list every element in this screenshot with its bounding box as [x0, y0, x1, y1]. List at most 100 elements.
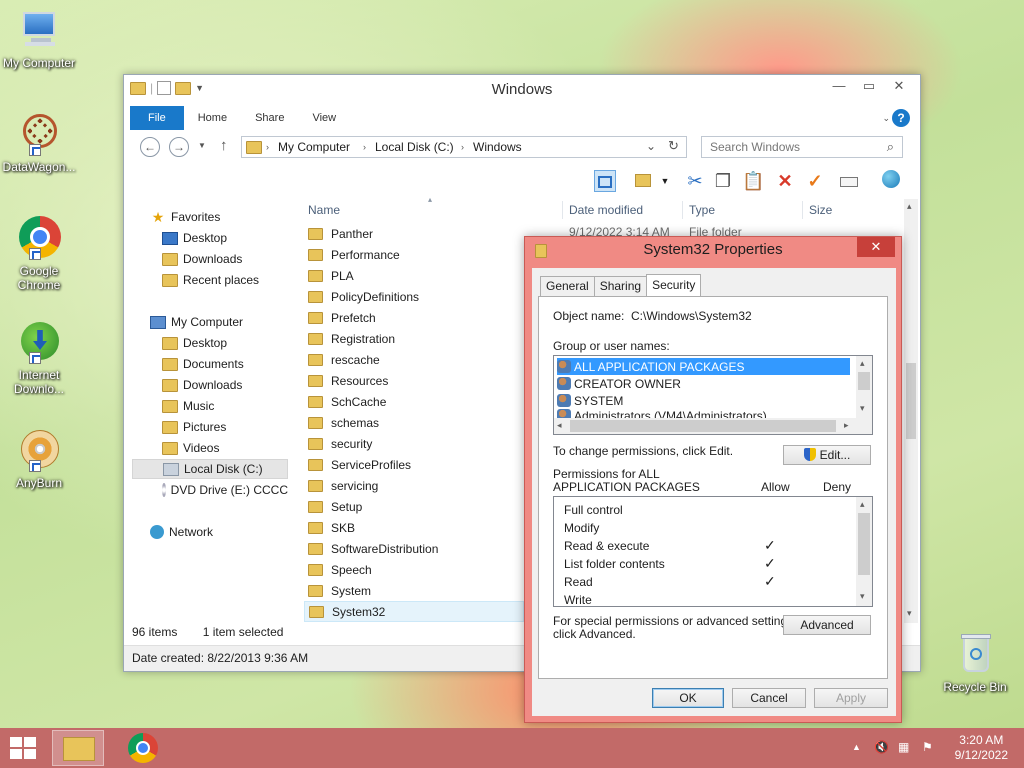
tab-share[interactable]: Share	[241, 106, 298, 130]
preview-pane-icon[interactable]	[594, 170, 616, 192]
nav-fav-desktop[interactable]: Desktop	[162, 228, 227, 248]
file-row[interactable]: System32	[304, 601, 524, 622]
breadcrumb-local-disk[interactable]: Local Disk (C:)	[375, 140, 454, 154]
volume-muted-icon[interactable]: 🔇	[874, 740, 889, 754]
scroll-up-icon[interactable]: ▴	[860, 499, 865, 510]
list-item[interactable]: ALL APPLICATION PACKAGES	[557, 358, 850, 375]
file-row[interactable]: Setup	[304, 496, 524, 517]
tab-file[interactable]: File	[130, 106, 184, 130]
address-bar[interactable]: › My Computer › Local Disk (C:) › Window…	[241, 136, 687, 158]
chevron-right-icon[interactable]: ›	[363, 142, 366, 152]
permissions-list[interactable]: Full control Modify Read & execute ✓ List fo…	[553, 496, 873, 607]
back-button[interactable]: ←	[140, 137, 160, 157]
cut-icon[interactable]: ✂	[684, 170, 706, 192]
column-size[interactable]: Size	[809, 203, 832, 217]
scroll-right-icon[interactable]: ▸	[844, 420, 849, 431]
nav-desktop[interactable]: Desktop	[162, 333, 227, 353]
breadcrumb-windows[interactable]: Windows	[473, 140, 522, 154]
cancel-button[interactable]: Cancel	[732, 688, 806, 708]
folder-options-icon[interactable]	[632, 170, 654, 192]
desktop-icon-google-chrome[interactable]: Google Chrome	[0, 216, 78, 292]
rename-icon[interactable]	[838, 170, 860, 192]
scroll-thumb[interactable]	[906, 363, 916, 439]
file-row[interactable]: Resources	[304, 370, 524, 391]
globe-icon[interactable]	[880, 170, 902, 192]
file-row[interactable]: Panther	[304, 223, 524, 244]
nav-dvd-drive[interactable]: DVD Drive (E:) CCCC	[162, 480, 288, 500]
nav-my-computer[interactable]: My Computer	[150, 312, 243, 332]
column-separator[interactable]	[562, 201, 563, 219]
maximize-icon[interactable]: ▭	[854, 77, 884, 97]
list-item[interactable]: SYSTEM	[557, 392, 623, 409]
tab-home[interactable]: Home	[184, 106, 241, 130]
nav-videos[interactable]: Videos	[162, 438, 219, 458]
file-row[interactable]: rescache	[304, 349, 524, 370]
column-name[interactable]: Name	[308, 203, 340, 217]
column-separator[interactable]	[802, 201, 803, 219]
file-row[interactable]: ServiceProfiles	[304, 454, 524, 475]
permissions-scrollbar[interactable]: ▴ ▾	[856, 497, 872, 606]
nav-network[interactable]: Network	[150, 522, 213, 542]
file-row[interactable]: SKB	[304, 517, 524, 538]
apply-button[interactable]: Apply	[814, 688, 888, 708]
nav-documents[interactable]: Documents	[162, 354, 244, 374]
refresh-icon[interactable]: ↻	[668, 138, 679, 154]
file-row[interactable]: security	[304, 433, 524, 454]
file-row[interactable]: Performance	[304, 244, 524, 265]
close-icon[interactable]: ✕	[857, 237, 895, 257]
ok-button[interactable]: OK	[652, 688, 724, 708]
nav-music[interactable]: Music	[162, 396, 214, 416]
tab-security[interactable]: Security	[646, 274, 702, 296]
chevron-right-icon[interactable]: ›	[266, 142, 269, 152]
nav-fav-recent-places[interactable]: Recent places	[162, 270, 259, 290]
column-type[interactable]: Type	[689, 203, 715, 217]
nav-local-disk[interactable]: Local Disk (C:)	[132, 459, 288, 479]
explorer-title-bar[interactable]: | ▼ Windows — ▭ ✕	[124, 75, 920, 105]
edit-button[interactable]: Edit...	[783, 445, 871, 465]
scroll-up-icon[interactable]: ▴	[860, 358, 865, 369]
close-icon[interactable]: ✕	[884, 77, 914, 97]
nav-fav-downloads[interactable]: Downloads	[162, 249, 242, 269]
desktop-icon-internet-download-manager[interactable]: Internet Downlo...	[0, 320, 78, 396]
scroll-thumb[interactable]	[570, 420, 836, 432]
taskbar-file-explorer[interactable]	[52, 730, 104, 766]
scroll-down-icon[interactable]: ▾	[860, 591, 865, 602]
checkmark-icon[interactable]: ✓	[804, 170, 826, 192]
file-row[interactable]: Prefetch	[304, 307, 524, 328]
show-hidden-icons[interactable]: ▲	[852, 742, 861, 752]
column-date-modified[interactable]: Date modified	[569, 203, 643, 217]
chevron-down-icon[interactable]: ⌄	[646, 139, 656, 153]
desktop-icon-recycle-bin[interactable]: Recycle Bin	[936, 632, 1014, 694]
start-button[interactable]	[10, 737, 38, 761]
properties-dialog[interactable]: System32 Properties ✕ General Sharing Se…	[524, 236, 902, 723]
minimize-icon[interactable]: —	[824, 77, 854, 97]
scroll-up-icon[interactable]: ▴	[907, 201, 912, 212]
help-icon[interactable]: ?	[892, 109, 910, 127]
action-center-icon[interactable]: ⚑	[922, 740, 933, 754]
tab-view[interactable]: View	[298, 106, 350, 130]
nav-pictures[interactable]: Pictures	[162, 417, 226, 437]
file-row[interactable]: Registration	[304, 328, 524, 349]
file-list-scrollbar[interactable]: ▴ ▾	[904, 199, 918, 623]
breadcrumb-my-computer[interactable]: My Computer	[278, 140, 350, 154]
up-button[interactable]: ↑	[220, 137, 228, 154]
scroll-left-icon[interactable]: ◂	[557, 420, 562, 431]
scroll-thumb[interactable]	[858, 513, 870, 575]
file-row[interactable]: PLA	[304, 265, 524, 286]
clock[interactable]: 3:20 AM 9/12/2022	[955, 733, 1008, 763]
network-tray-icon[interactable]: ▦	[898, 740, 909, 754]
file-row[interactable]: schemas	[304, 412, 524, 433]
search-input[interactable]: Search Windows ⌕	[701, 136, 903, 158]
list-item[interactable]: CREATOR OWNER	[557, 375, 681, 392]
list-horizontal-scrollbar[interactable]: ◂ ▸	[554, 418, 872, 434]
scroll-thumb[interactable]	[858, 372, 870, 390]
group-user-list[interactable]: ALL APPLICATION PACKAGES CREATOR OWNER S…	[553, 355, 873, 435]
paste-icon[interactable]: 📋	[742, 170, 764, 192]
file-row[interactable]: PolicyDefinitions	[304, 286, 524, 307]
delete-icon[interactable]: ✕	[774, 170, 796, 192]
nav-favorites[interactable]: ★ Favorites	[150, 207, 221, 227]
file-row[interactable]: Speech	[304, 559, 524, 580]
chevron-right-icon[interactable]: ›	[461, 142, 464, 152]
search-icon[interactable]: ⌕	[887, 139, 894, 155]
nav-downloads[interactable]: Downloads	[162, 375, 242, 395]
